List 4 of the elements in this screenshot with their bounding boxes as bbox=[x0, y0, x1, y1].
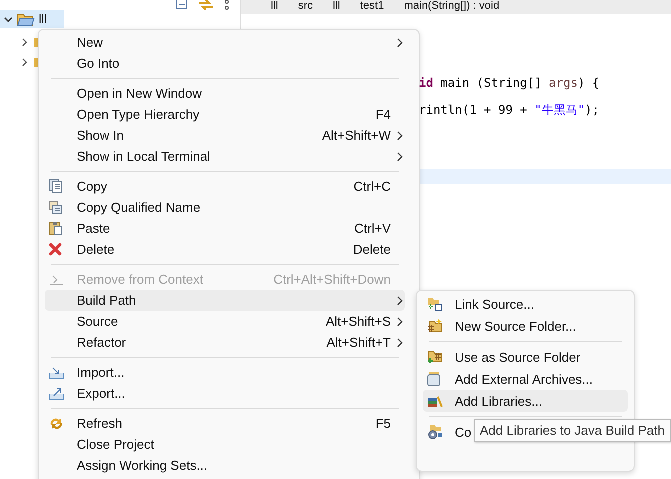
code-line: id main (String[] args) { bbox=[419, 75, 601, 92]
tooltip: Add Libraries to Java Build Path bbox=[474, 419, 671, 442]
code-line: rintln(1 + 99 + "牛黑马"); bbox=[419, 102, 600, 119]
tree-label: lll bbox=[39, 13, 47, 25]
